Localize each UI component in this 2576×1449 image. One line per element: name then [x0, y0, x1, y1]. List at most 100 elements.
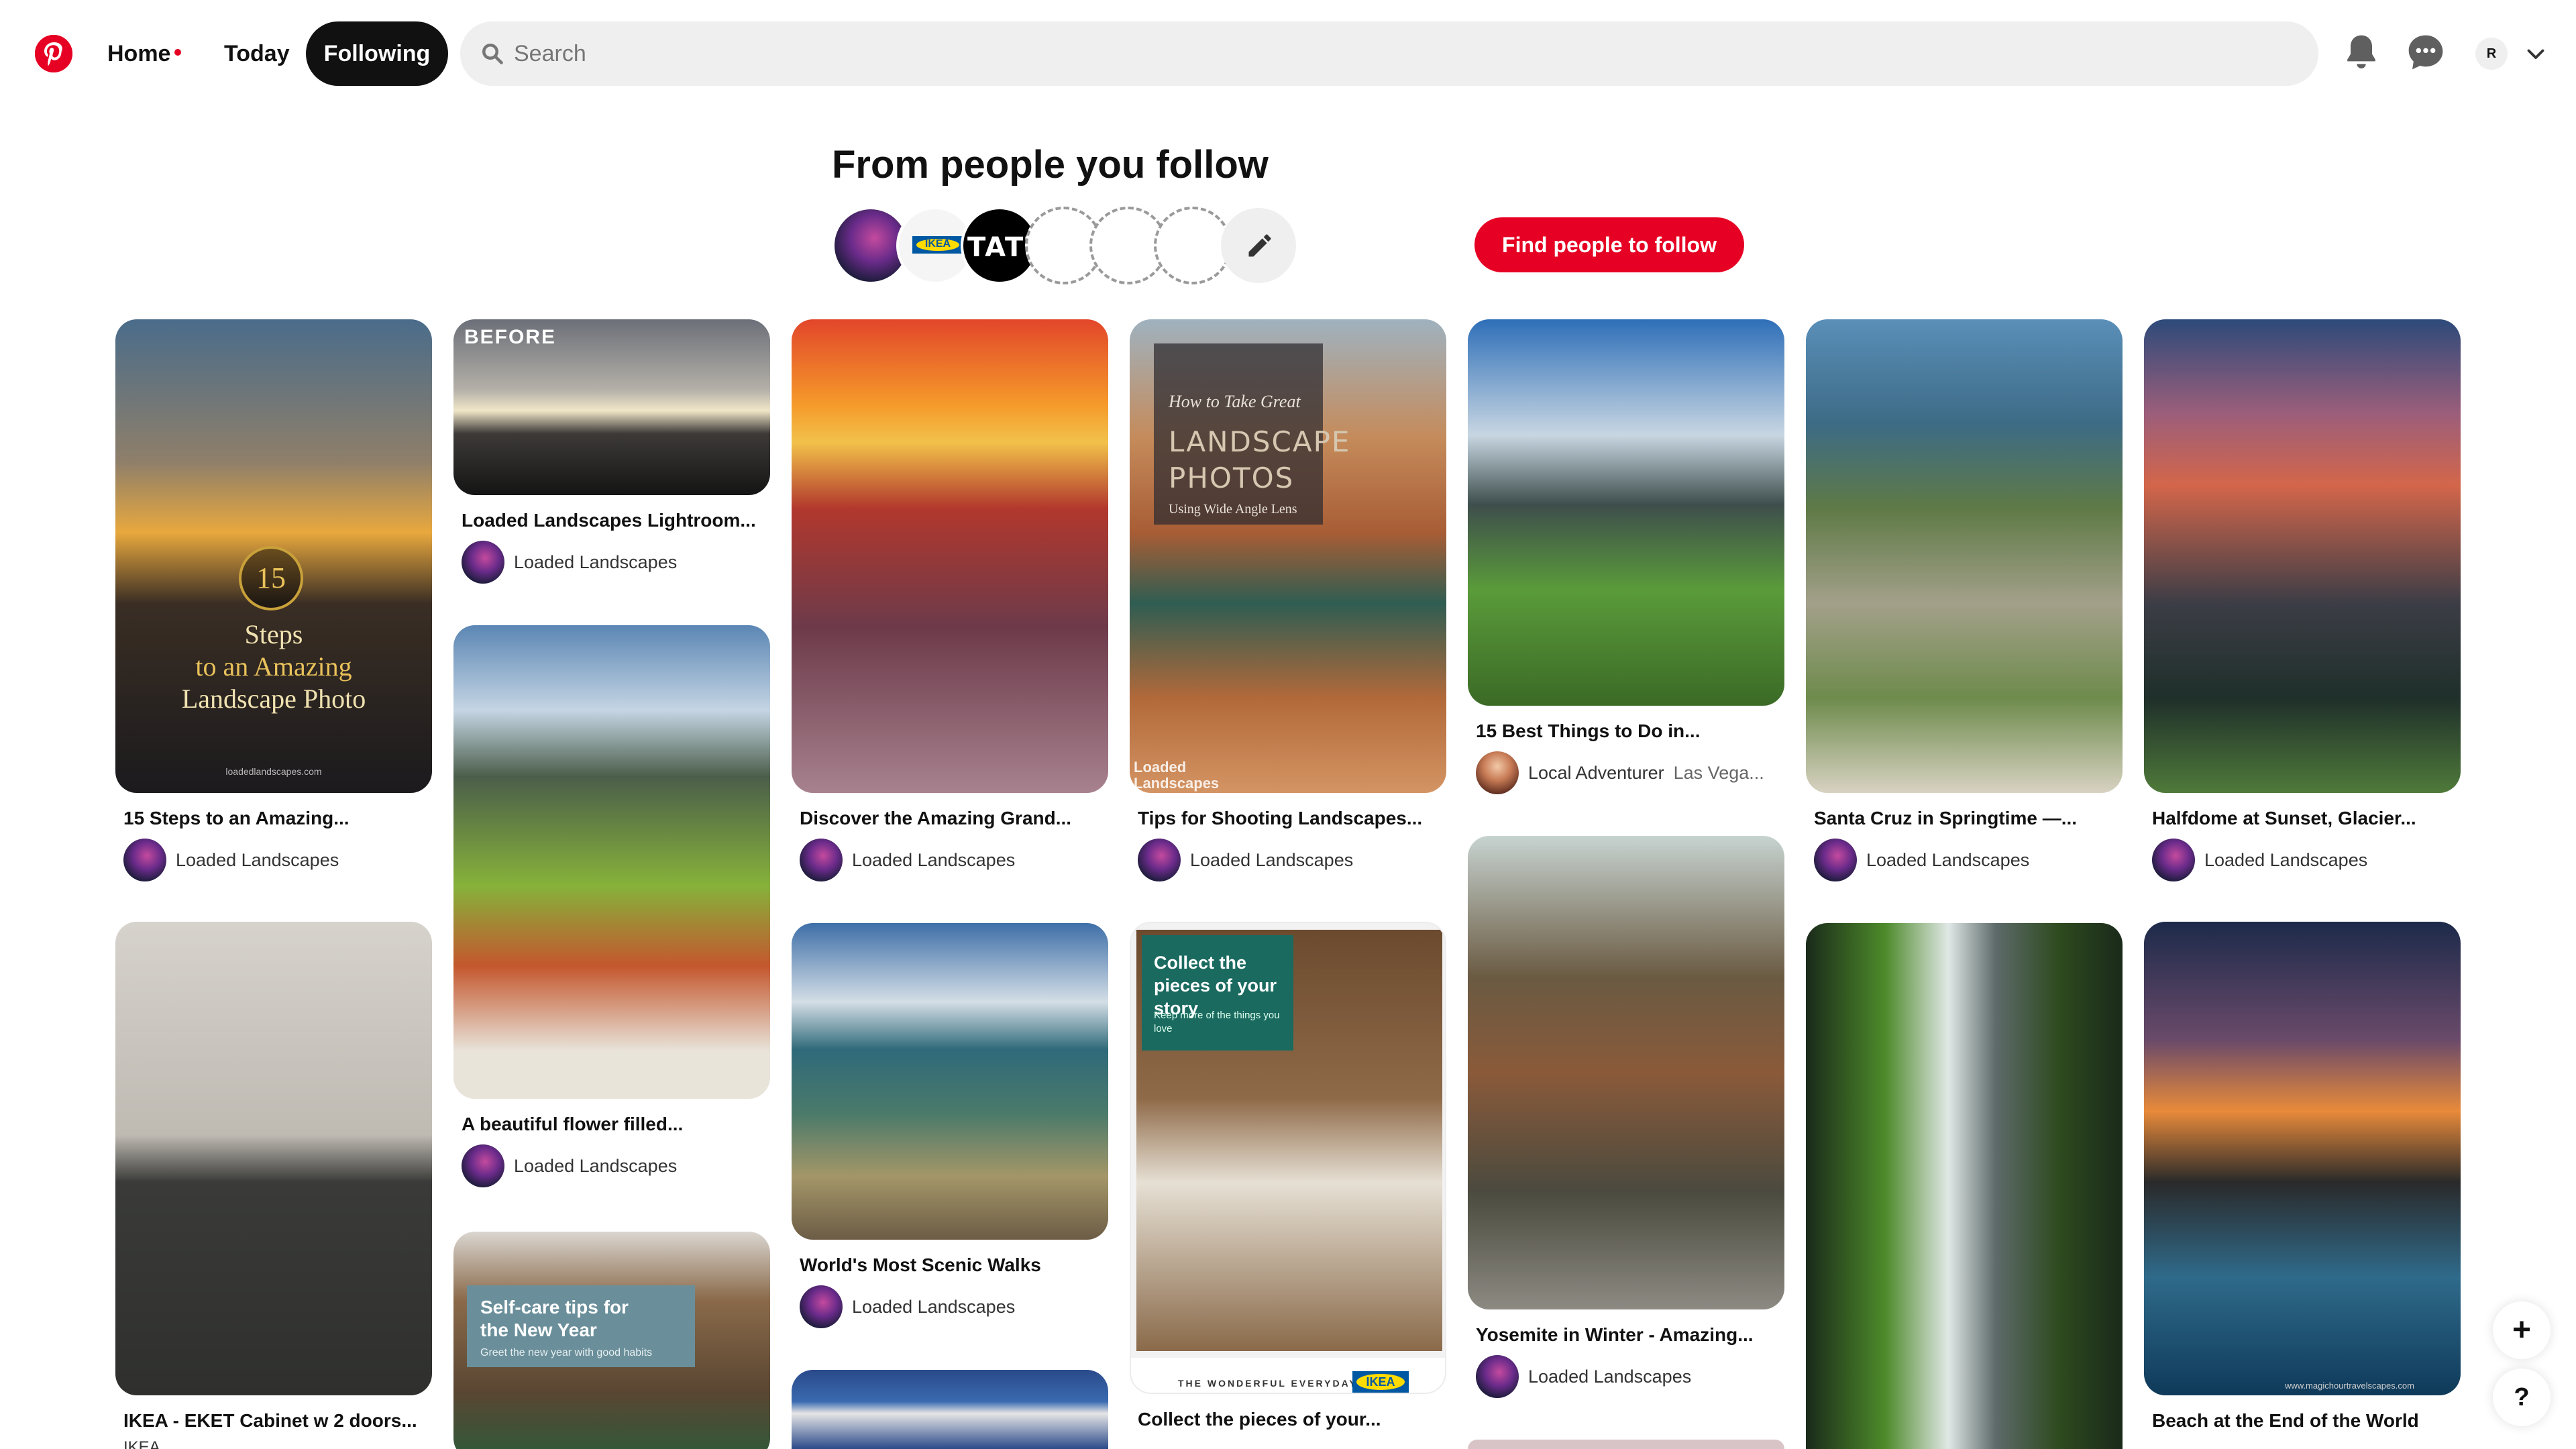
owner-name: Loaded Landscapes [1190, 849, 1354, 870]
pin-owner[interactable]: Loaded Landscapes [1130, 839, 1446, 881]
pinterest-logo-icon[interactable] [35, 35, 72, 72]
pin-card[interactable]: Self-care tips for the New Year Greet th… [453, 1232, 770, 1449]
pin-watermark: www.magichourtravelscapes.com [2285, 1381, 2414, 1391]
ad-tagline: THE WONDERFUL EVERYDAY [1178, 1378, 1358, 1389]
ikea-ad-photo: Collect the pieces of your story Keep mo… [1136, 930, 1442, 1351]
pin-image[interactable]: BEFORE [453, 319, 770, 495]
overlay-subtext: Keep more of the things you love [1154, 1010, 1280, 1034]
pin-overlay-box: How to Take Great LANDSCAPE PHOTOS Using… [1154, 343, 1351, 525]
pin-image[interactable] [792, 923, 1108, 1240]
pin-image[interactable] [1468, 319, 1784, 706]
pin-owner[interactable]: Local Adventurer Las Vega... [1468, 751, 1784, 794]
pin-image[interactable]: www.magichourtravelscapes.com [2144, 922, 2461, 1395]
pin-image[interactable]: Collect the pieces of your story Keep mo… [1130, 922, 1446, 1394]
pin-image[interactable] [2144, 319, 2461, 793]
pin-title[interactable]: IKEA - EKET Cabinet w 2 doors... [115, 1410, 424, 1432]
pin-title[interactable]: World's Most Scenic Walks [792, 1254, 1100, 1276]
pin-overlay-url: loadedlandscapes.com [225, 766, 322, 777]
overlay-line: Using Wide Angle Lens [1169, 502, 1297, 517]
pin-owner[interactable]: Loaded Landscapes [1468, 1355, 1784, 1398]
pin-card[interactable]: Collect the pieces of your story Keep mo… [1130, 922, 1446, 1430]
nav-home[interactable]: Home [94, 34, 195, 74]
owner-name: Loaded Landscapes [852, 1296, 1016, 1317]
owner-name: Loaded Landscapes [176, 849, 339, 870]
owner-avatar [800, 1285, 843, 1328]
pin-image[interactable] [115, 922, 432, 1395]
pin-owner[interactable]: Loaded Landscapes [1806, 839, 2123, 881]
pin-image[interactable] [1468, 1440, 1784, 1449]
pin-card[interactable]: Halfdome at Sunset, Glacier... Loaded La… [2144, 319, 2461, 881]
overlay-subtext: Greet the new year with good habits [480, 1347, 653, 1358]
pin-title[interactable]: Halfdome at Sunset, Glacier... [2144, 808, 2453, 829]
pin-card[interactable] [1468, 1440, 1784, 1449]
pin-card[interactable]: Yosemite in Winter - Amazing... Loaded L… [1468, 836, 1784, 1398]
pin-title[interactable]: Loaded Landscapes Lightroom... [453, 510, 762, 531]
pin-title[interactable]: 15 Steps to an Amazing... [115, 808, 424, 829]
owner-avatar [1138, 839, 1181, 881]
search-bar[interactable] [460, 21, 2318, 86]
pin-title[interactable]: Collect the pieces of your... [1130, 1409, 1438, 1430]
pin-owner[interactable]: Loaded Landscapes [792, 1285, 1108, 1328]
edit-following-button[interactable] [1221, 208, 1296, 283]
pin-ad-footer: THE WONDERFUL EVERYDAY IKEA [1131, 1358, 1445, 1393]
pin-card[interactable]: Santa Cruz in Springtime —... Loaded Lan… [1806, 319, 2123, 881]
pin-card[interactable] [1806, 923, 2123, 1449]
nav-today[interactable]: Today [211, 34, 303, 74]
pin-image[interactable] [1468, 836, 1784, 1309]
find-people-button[interactable]: Find people to follow [1474, 217, 1744, 272]
pin-card[interactable]: How to Take Great LANDSCAPE PHOTOS Using… [1130, 319, 1446, 881]
pin-card[interactable]: BEFORE Loaded Landscapes Lightroom... Lo… [453, 319, 770, 584]
overlay-line: LANDSCAPE PHOTOS [1169, 425, 1351, 494]
pin-owner[interactable]: Loaded Landscapes [2144, 839, 2461, 881]
bell-icon[interactable] [2340, 31, 2383, 74]
pin-card[interactable] [792, 1370, 1108, 1449]
pin-card[interactable]: A beautiful flower filled... Loaded Land… [453, 625, 770, 1187]
pin-card[interactable]: Discover the Amazing Grand... Loaded Lan… [792, 319, 1108, 881]
pin-title[interactable]: Discover the Amazing Grand... [792, 808, 1100, 829]
pin-overlay-text: Steps to an Amazing Landscape Photo [115, 619, 432, 715]
pin-image[interactable] [792, 1370, 1108, 1449]
pin-owner[interactable]: Loaded Landscapes [453, 541, 770, 584]
owner-name: Loaded Landscapes [852, 849, 1016, 870]
pin-image[interactable]: 15 Steps to an Amazing Landscape Photo l… [115, 319, 432, 793]
pin-number-badge: 15 [239, 546, 303, 610]
pin-card[interactable]: 15 Steps to an Amazing Landscape Photo l… [115, 319, 432, 881]
pin-card[interactable]: www.magichourtravelscapes.com Beach at t… [2144, 922, 2461, 1432]
pin-image[interactable]: How to Take Great LANDSCAPE PHOTOS Using… [1130, 319, 1446, 793]
empty-avatar-slot [1154, 207, 1232, 284]
help-button[interactable]: ? [2493, 1368, 2551, 1426]
chat-bubble-icon[interactable] [2404, 31, 2447, 74]
pin-owner[interactable]: Loaded Landscapes [792, 839, 1108, 881]
owner-name[interactable]: IKEA [115, 1438, 432, 1449]
pin-title[interactable]: Santa Cruz in Springtime —... [1806, 808, 2114, 829]
overlay-line: Landscape Photo [181, 684, 366, 714]
overlay-heading: Self-care tips for the New Year [480, 1297, 629, 1340]
pin-title[interactable]: Tips for Shooting Landscapes... [1130, 808, 1438, 829]
owner-name: Loaded Landscapes [2204, 849, 2368, 870]
add-button[interactable]: + [2493, 1301, 2551, 1359]
pin-title[interactable]: Yosemite in Winter - Amazing... [1468, 1324, 1776, 1346]
ikea-logo-label: IKEA [924, 238, 951, 250]
unread-dot [174, 49, 182, 56]
pin-image[interactable]: Self-care tips for the New Year Greet th… [453, 1232, 770, 1449]
pin-title[interactable]: 15 Best Things to Do in... [1468, 720, 1776, 742]
pin-card[interactable]: 15 Best Things to Do in... Local Adventu… [1468, 319, 1784, 794]
pin-owner[interactable]: Loaded Landscapes [115, 839, 432, 881]
overlay-line: Steps [244, 619, 303, 649]
pin-owner[interactable]: Loaded Landscapes [453, 1144, 770, 1187]
pin-image[interactable] [1806, 923, 2123, 1449]
nav-following[interactable]: Following [306, 21, 448, 86]
owner-name: Loaded Landscapes [1528, 1366, 1692, 1387]
pin-overlay-footer: Loaded Landscapes [1134, 759, 1220, 792]
pin-image[interactable] [792, 319, 1108, 793]
pin-image[interactable] [453, 625, 770, 1099]
pin-card[interactable]: IKEA - EKET Cabinet w 2 doors... IKEA [115, 922, 432, 1449]
search-input[interactable] [514, 21, 2258, 86]
pin-title[interactable]: Beach at the End of the World [2144, 1410, 2453, 1432]
chevron-down-icon[interactable] [2524, 42, 2548, 66]
search-icon [482, 44, 503, 64]
pin-title[interactable]: A beautiful flower filled... [453, 1114, 762, 1135]
profile-avatar[interactable]: R [2475, 38, 2508, 70]
pin-image[interactable] [1806, 319, 2123, 793]
pin-card[interactable]: World's Most Scenic Walks Loaded Landsca… [792, 923, 1108, 1328]
